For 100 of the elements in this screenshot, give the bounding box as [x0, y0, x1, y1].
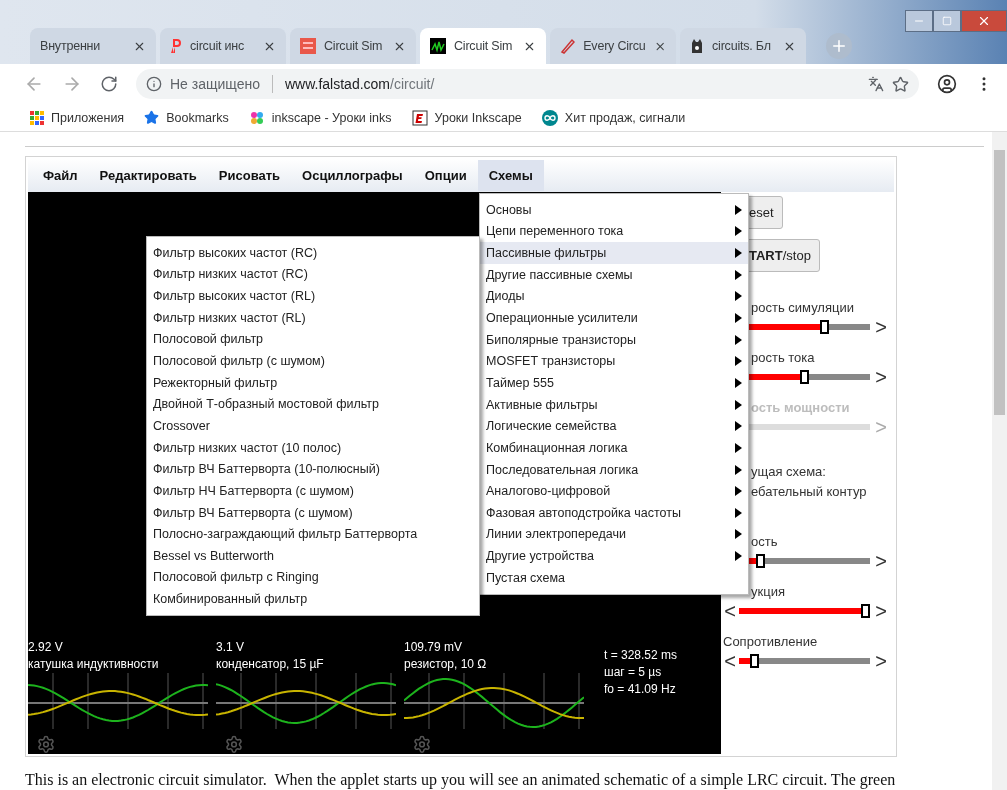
- submenu-arrow-icon: [735, 464, 742, 475]
- menu-bar-item[interactable]: Редактировать: [88, 160, 208, 191]
- tab-title: circuits. Бл: [712, 39, 772, 53]
- increase-arrow[interactable]: >: [872, 601, 890, 621]
- tab-title: Every Circu: [583, 39, 646, 53]
- menu-item[interactable]: Bessel vs Butterworth: [147, 544, 479, 567]
- pinwheel-icon: [248, 109, 265, 126]
- bookmark-star-icon[interactable]: [892, 75, 909, 93]
- settings-icon[interactable]: [412, 735, 432, 754]
- info-icon[interactable]: [146, 76, 162, 92]
- slider-label: ость мощности: [751, 400, 850, 416]
- scrollbar-thumb[interactable]: [994, 150, 1005, 415]
- increase-arrow[interactable]: >: [872, 651, 890, 671]
- menu-bar-item[interactable]: Схемы: [477, 160, 544, 191]
- reload-icon[interactable]: [100, 75, 118, 93]
- menu-item[interactable]: Полосовой фильтр: [147, 328, 479, 351]
- browser-tab[interactable]: Every Circu: [550, 28, 676, 64]
- menu-item[interactable]: Пассивные фильтры: [480, 242, 748, 264]
- menu-item[interactable]: Режекторный фильтр: [147, 371, 479, 394]
- menu-bar-item[interactable]: Опции: [413, 160, 478, 191]
- account-icon[interactable]: [937, 74, 957, 94]
- menu-item[interactable]: Пустая схема: [480, 566, 748, 589]
- menu-item[interactable]: Последовательная логика: [480, 458, 748, 481]
- menu-item[interactable]: Другие устройства: [480, 545, 748, 567]
- increase-arrow[interactable]: >: [872, 367, 890, 387]
- increase-arrow[interactable]: >: [872, 551, 890, 571]
- bookmark-link[interactable]: inkscape - Уроки inks: [271, 110, 392, 125]
- cat-icon: [690, 38, 704, 54]
- menu-item[interactable]: Двойной Т-образный мостовой фильтр: [147, 393, 479, 416]
- bookmark-link[interactable]: Приложения: [51, 110, 125, 125]
- menu-bar-item[interactable]: Осциллографы: [291, 160, 414, 191]
- slider-thumb[interactable]: [756, 554, 766, 568]
- menu-item[interactable]: Линии электропередачи: [480, 523, 748, 546]
- slider-thumb[interactable]: [861, 604, 870, 618]
- menu-item[interactable]: Фильтр высоких частот (RL): [147, 285, 479, 307]
- tab-title: circuit инс: [190, 39, 246, 53]
- menu-item[interactable]: Фильтр низких частот (RC): [147, 263, 479, 286]
- menu-item[interactable]: Полосовой фильтр с Ringing: [147, 566, 479, 589]
- submenu-arrow-icon: [735, 486, 742, 497]
- increase-arrow[interactable]: >: [872, 317, 890, 337]
- menu-item[interactable]: Таймер 555: [480, 372, 748, 394]
- menu-item[interactable]: Операционные усилители: [480, 307, 748, 329]
- pen-icon: [560, 38, 576, 54]
- menu-item[interactable]: Логические семейства: [480, 415, 748, 438]
- submenu-arrow-icon: [735, 226, 742, 237]
- submenu-arrow-icon: [735, 399, 742, 410]
- slider-label: Сопротивление: [723, 634, 818, 650]
- address-field[interactable]: Не защищено www.falstad.com/circuit/: [136, 69, 919, 99]
- slider-thumb[interactable]: [819, 320, 829, 334]
- bookmark-link[interactable]: Bookmarks: [166, 110, 229, 125]
- submenu-arrow-icon: [735, 442, 742, 453]
- scope-label: резистор, 10 Ω: [404, 656, 488, 673]
- url-host: www.falstad.com: [285, 76, 391, 92]
- settings-icon[interactable]: [36, 735, 56, 754]
- menu-item[interactable]: Crossover: [147, 415, 479, 437]
- decrease-arrow[interactable]: <: [721, 601, 739, 621]
- menu-item[interactable]: Комбинированный фильтр: [147, 588, 479, 610]
- minimize-button[interactable]: [905, 10, 933, 32]
- slider-thumb[interactable]: [800, 370, 809, 384]
- menu-item[interactable]: Фильтр высоких частот (RC): [147, 242, 479, 264]
- slider-thumb[interactable]: [749, 654, 759, 668]
- browser-tab[interactable]: Circuit Sim: [420, 28, 546, 64]
- menu-item[interactable]: Диоды: [480, 285, 748, 308]
- sim-info-text: fo = 41.09 Hz: [604, 681, 677, 698]
- bookmark-link[interactable]: Хит продаж, сигнали: [564, 110, 686, 125]
- menu-item[interactable]: Биполярные транзисторы: [480, 328, 748, 351]
- browser-tab[interactable]: Внутренни: [30, 28, 156, 64]
- settings-icon[interactable]: [224, 735, 244, 754]
- menu-item[interactable]: Активные фильтры: [480, 393, 748, 416]
- maximize-button[interactable]: [933, 10, 961, 32]
- menu-bar-item[interactable]: Файл: [32, 160, 89, 191]
- menu-bar-item[interactable]: Рисовать: [207, 160, 292, 191]
- browser-tab[interactable]: circuit инс: [160, 28, 286, 64]
- menu-item[interactable]: Фильтр ВЧ Баттерворта (10-полюсный): [147, 458, 479, 481]
- menu-item[interactable]: Фильтр низких частот (RL): [147, 306, 479, 329]
- submenu-arrow-icon: [735, 248, 742, 259]
- menu-item[interactable]: Фазовая автоподстройка частоты: [480, 501, 748, 524]
- submenu-arrow-icon: [735, 421, 742, 432]
- menu-item[interactable]: MOSFET транзисторы: [480, 350, 748, 373]
- browser-tab[interactable]: circuits. Бл: [680, 28, 806, 64]
- bookmark-link[interactable]: Уроки Inkscape: [434, 110, 522, 125]
- circuit-icon: [430, 38, 446, 54]
- url-path: /circuit/: [390, 76, 436, 92]
- apps-icon: [30, 110, 44, 125]
- decrease-arrow[interactable]: <: [721, 651, 739, 671]
- menu-item[interactable]: Аналогово-цифровой: [480, 480, 748, 502]
- menu-item[interactable]: Фильтр низких частот (10 полос): [147, 436, 479, 459]
- submenu-arrow-icon: [735, 356, 742, 367]
- submenu-arrow-icon: [735, 204, 742, 215]
- e-letter-logo-icon: [411, 109, 428, 126]
- menu-item[interactable]: Комбинационная логика: [480, 437, 748, 459]
- browser-tab[interactable]: Circuit Sim: [290, 28, 416, 64]
- submenu-arrow-icon: [735, 313, 742, 323]
- menu-item[interactable]: Полосно-заграждающий фильтр Баттерворта: [147, 523, 479, 545]
- submenu-arrow-icon: [735, 529, 742, 540]
- menu-item[interactable]: Фильтр НЧ Баттерворта (с шумом): [147, 480, 479, 502]
- sim-info-text: шаг = 5 µs: [604, 664, 663, 681]
- menu-item[interactable]: Полосовой фильтр (с шумом): [147, 350, 479, 372]
- translate-icon[interactable]: [868, 76, 884, 92]
- menu-item[interactable]: Фильтр ВЧ Баттерворта (с шумом): [147, 501, 479, 524]
